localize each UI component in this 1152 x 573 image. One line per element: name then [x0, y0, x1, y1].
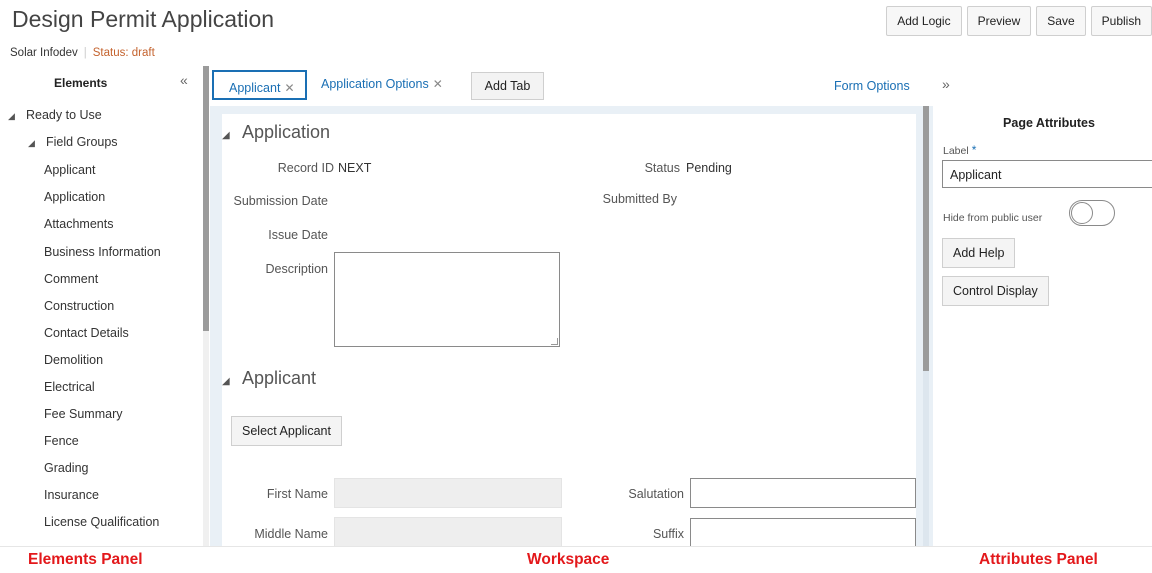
middle-name-field[interactable] — [334, 517, 562, 546]
caret-expanded-icon[interactable]: ◢ — [28, 138, 46, 149]
record-id-label: Record ID — [277, 161, 334, 175]
add-logic-button[interactable]: Add Logic — [886, 6, 962, 36]
label-caption-text: Label — [943, 145, 969, 157]
tree-node-label: Ready to Use — [26, 108, 102, 122]
tab-applicant[interactable]: Applicant ✕ — [212, 70, 307, 100]
tab-application-options[interactable]: Application Options ✕ — [321, 77, 443, 91]
elements-panel-title: Elements — [54, 76, 108, 90]
elements-panel-header: Elements « — [0, 66, 205, 96]
tree-item[interactable]: Application — [44, 190, 105, 204]
tab-bar: Applicant ✕ Application Options ✕ Add Tab … — [210, 66, 933, 106]
caret-expanded-icon[interactable]: ◢ — [222, 376, 242, 387]
first-name-field[interactable] — [334, 478, 562, 508]
control-display-button[interactable]: Control Display — [942, 276, 1049, 306]
form-options-link[interactable]: Form Options — [834, 79, 910, 93]
status-value: Pending — [686, 161, 732, 175]
salutation-field[interactable] — [690, 478, 916, 508]
record-id-value: NEXT — [338, 161, 372, 175]
tab-label: Applicant — [229, 81, 281, 95]
caret-expanded-icon[interactable]: ◢ — [222, 130, 242, 141]
scrollbar-thumb[interactable] — [203, 66, 209, 331]
caret-expanded-icon[interactable]: ◢ — [8, 111, 26, 122]
tree-item[interactable]: Insurance — [44, 488, 99, 502]
annotation-workspace: Workspace — [527, 551, 610, 568]
publish-button[interactable]: Publish — [1090, 6, 1152, 36]
scrollbar-thumb[interactable] — [923, 106, 929, 371]
first-name-label: First Name — [266, 487, 328, 501]
page-title: Design Permit Application — [12, 6, 275, 32]
tree-item[interactable]: Fence — [44, 434, 79, 448]
tree-item[interactable]: License Qualification — [44, 515, 159, 529]
toggle-knob — [1071, 202, 1093, 224]
annotation-attributes-panel: Attributes Panel — [979, 551, 1098, 568]
expand-right-icon[interactable]: » — [942, 76, 950, 92]
workspace: Applicant ✕ Application Options ✕ Add Tab … — [210, 66, 933, 546]
tree-item[interactable]: Applicant — [44, 163, 95, 177]
elements-scrollbar[interactable] — [203, 66, 209, 546]
label-input[interactable]: Applicant — [942, 160, 1152, 188]
tree-item[interactable]: Comment — [44, 272, 98, 286]
tree-node-field-groups[interactable]: ◢ Field Groups — [28, 135, 118, 149]
status-label: Status — [644, 161, 680, 175]
suffix-label: Suffix — [652, 527, 684, 541]
divider — [0, 546, 1152, 547]
tree-node-ready-to-use[interactable]: ◢ Ready to Use — [8, 108, 102, 122]
description-label: Description — [265, 262, 328, 276]
section-title: Applicant — [242, 368, 317, 388]
suffix-field[interactable] — [690, 518, 916, 546]
annotation-elements-panel: Elements Panel — [28, 551, 143, 568]
tree-item[interactable]: Business Information — [44, 245, 161, 259]
form-canvas: ◢ Application Record ID NEXT Status Pendi… — [222, 114, 916, 546]
tree-item[interactable]: Grading — [44, 461, 88, 475]
add-help-button[interactable]: Add Help — [942, 238, 1016, 268]
tab-label: Application Options — [321, 77, 429, 91]
subheader: Solar Infodev | Status: draft — [10, 47, 155, 59]
preview-button[interactable]: Preview — [966, 6, 1032, 36]
required-icon: * — [971, 143, 977, 157]
status-badge: Status: draft — [92, 47, 155, 59]
canvas-frame: ◢ Application Record ID NEXT Status Pendi… — [210, 106, 933, 546]
issue-date-label: Issue Date — [268, 228, 328, 242]
label-caption: Label * — [943, 143, 976, 157]
attributes-panel: » Page Attributes Label * Applicant Hide … — [934, 66, 1152, 546]
close-icon[interactable]: ✕ — [284, 81, 294, 95]
tree-item[interactable]: Demolition — [44, 353, 103, 367]
section-applicant[interactable]: ◢ Applicant — [222, 368, 316, 389]
hide-from-public-toggle[interactable] — [1069, 200, 1115, 226]
elements-panel: Elements « ◢ Ready to Use ◢ Field Groups A… — [0, 66, 205, 546]
attributes-panel-title: Page Attributes — [1003, 116, 1095, 130]
tree-node-label: Field Groups — [46, 135, 118, 149]
save-button[interactable]: Save — [1036, 6, 1086, 36]
divider: | — [83, 47, 87, 59]
middle-name-label: Middle Name — [254, 527, 328, 541]
tree-item[interactable]: Construction — [44, 299, 114, 313]
workspace-scrollbar[interactable] — [923, 106, 929, 546]
select-applicant-button[interactable]: Select Applicant — [231, 416, 342, 446]
collapse-left-icon[interactable]: « — [180, 72, 188, 88]
close-icon[interactable]: ✕ — [433, 77, 443, 91]
description-textarea[interactable] — [334, 252, 560, 347]
toolbar: Add Logic Preview Save Publish — [886, 6, 1152, 36]
resize-handle-icon[interactable] — [551, 338, 558, 345]
add-tab-button[interactable]: Add Tab — [471, 72, 544, 100]
tree-item[interactable]: Attachments — [44, 217, 113, 231]
submission-date-label: Submission Date — [233, 194, 329, 208]
tree-item[interactable]: Electrical — [44, 380, 95, 394]
tree-item[interactable]: Fee Summary — [44, 407, 123, 421]
org-name: Solar Infodev — [10, 47, 78, 59]
section-title: Application — [242, 122, 331, 142]
tree-item[interactable]: Contact Details — [44, 326, 129, 340]
submitted-by-label: Submitted By — [602, 192, 677, 206]
section-application[interactable]: ◢ Application — [222, 122, 330, 143]
salutation-label: Salutation — [628, 487, 684, 501]
hide-from-public-label: Hide from public user — [943, 212, 1043, 224]
